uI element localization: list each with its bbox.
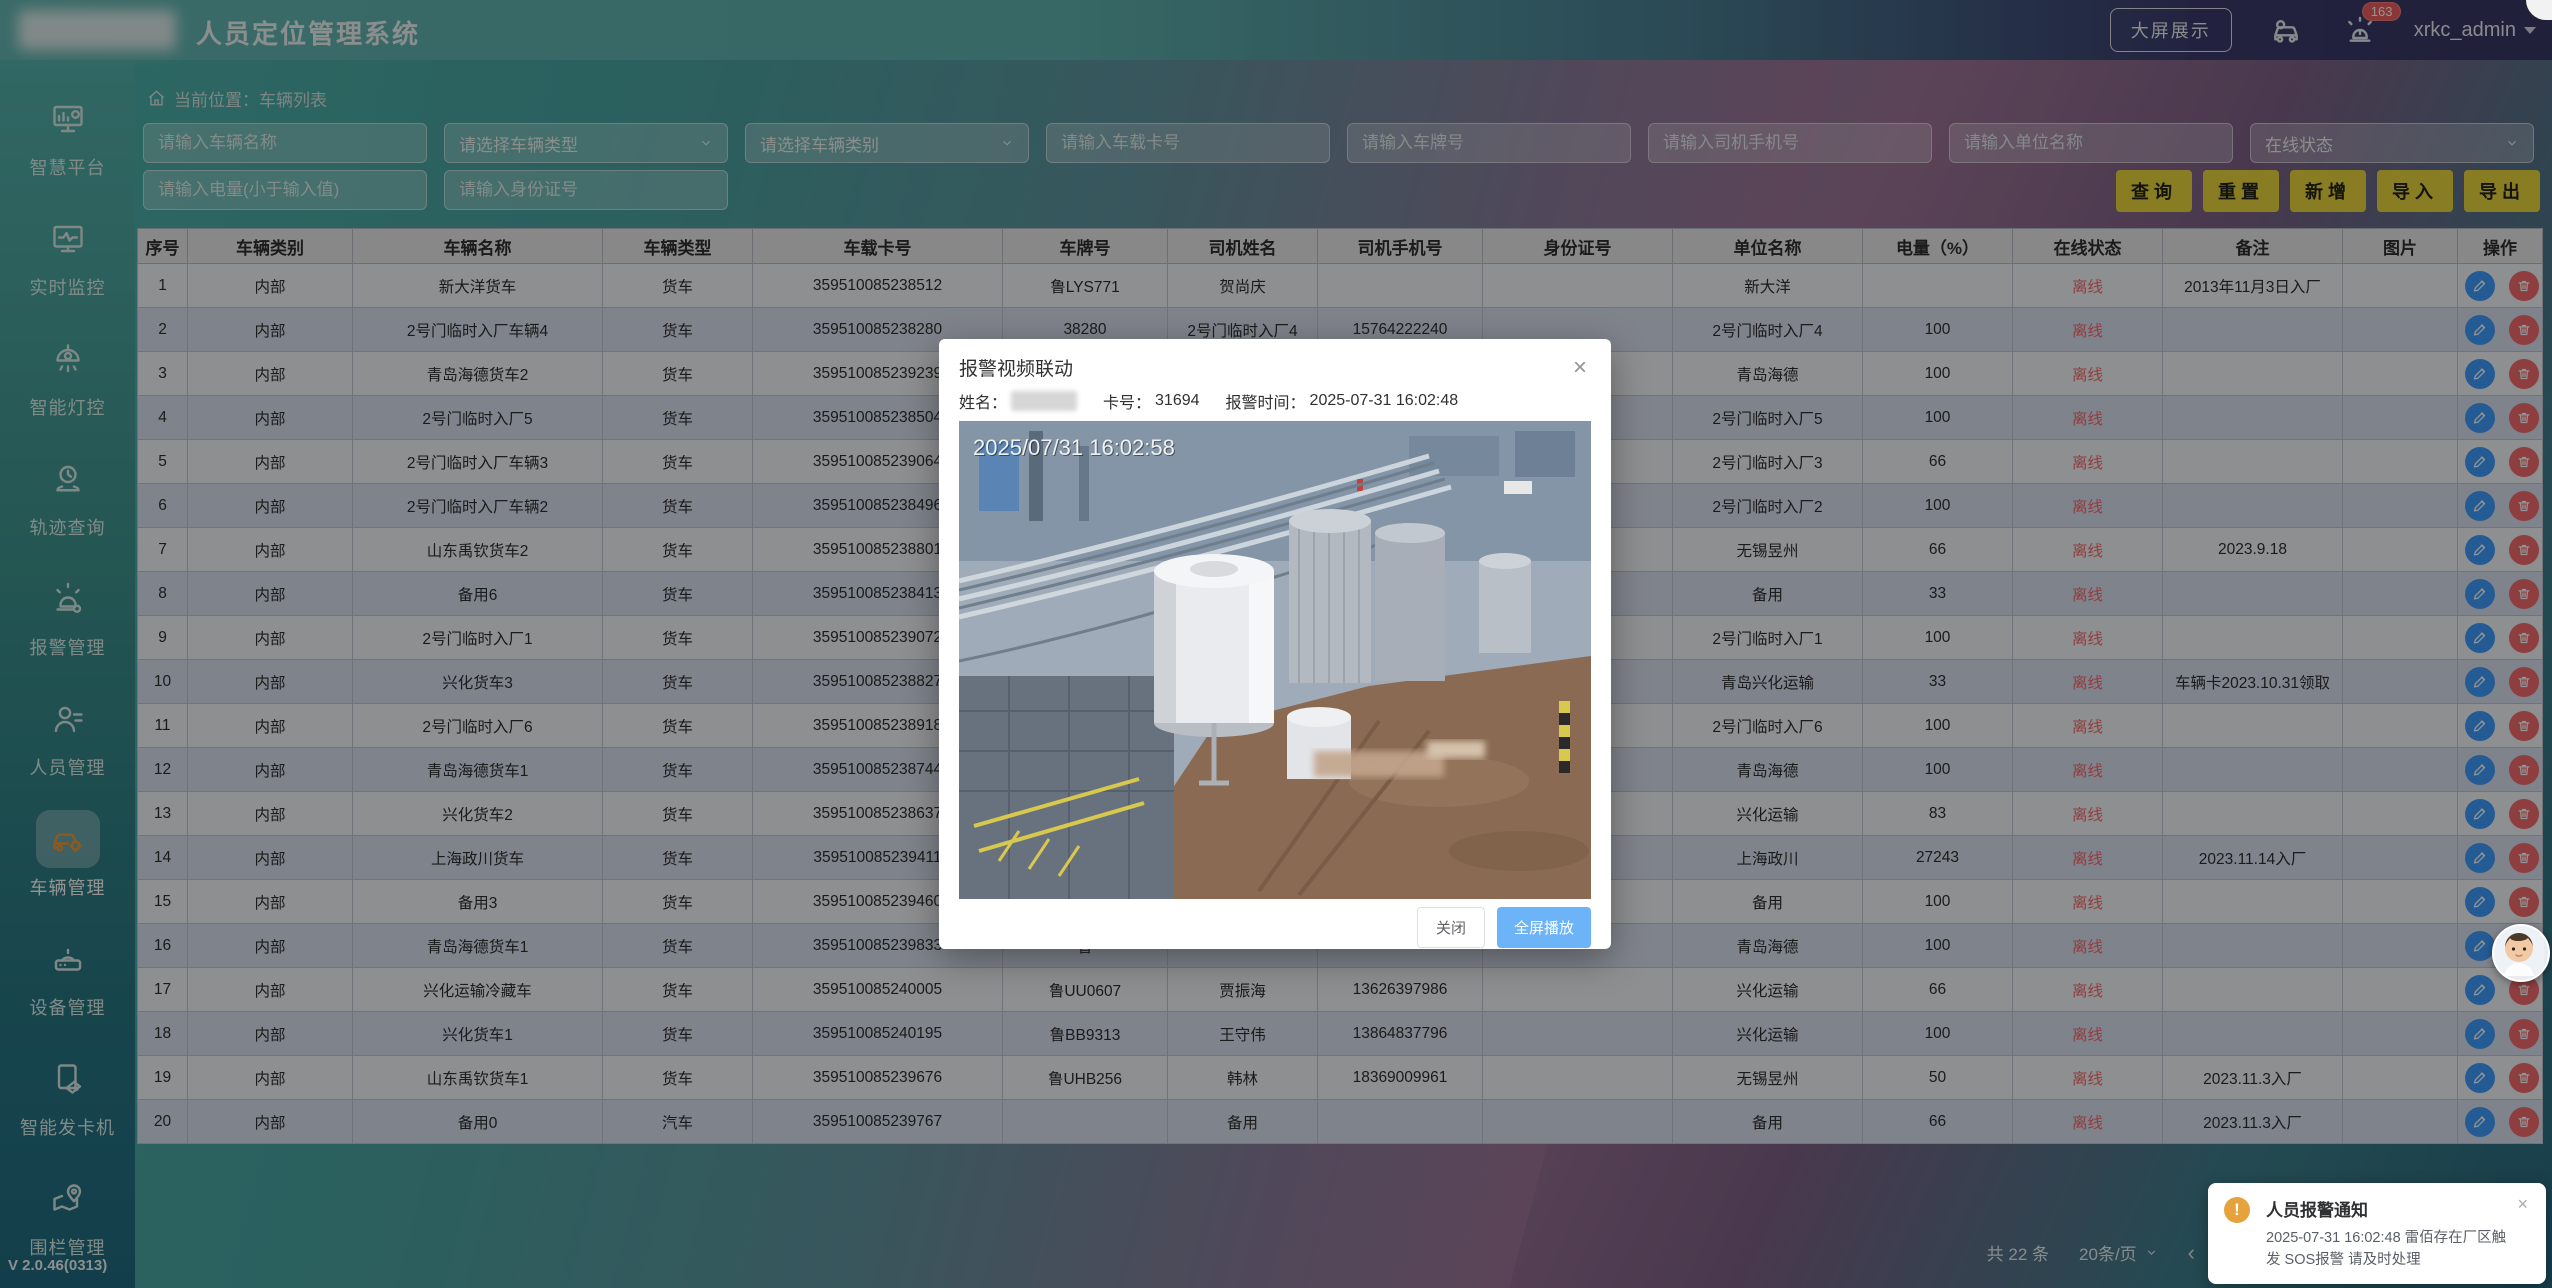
- card-label: 卡号：: [1103, 389, 1151, 413]
- assistant-girl-icon: [2494, 926, 2544, 976]
- alarm-video-modal: 报警视频联动 × 姓名： 卡号：31694 报警时间：2025-07-31 16…: [939, 339, 1611, 949]
- redacted-name: [1011, 391, 1077, 411]
- modal-title: 报警视频联动: [959, 354, 1073, 381]
- app-root: 人员定位管理系统 大屏展示 163 xrkc_admin 智慧平台 实时监控: [0, 0, 2552, 1288]
- notification-title: 人员报警通知: [2266, 1196, 2530, 1221]
- notification-body: 2025-07-31 16:02:48 雷佰存在厂区触发 SOS报警 请及时处理: [2266, 1227, 2518, 1272]
- alarm-notification: ! 人员报警通知 2025-07-31 16:02:48 雷佰存在厂区触发 SO…: [2208, 1183, 2546, 1284]
- fullscreen-play-button[interactable]: 全屏播放: [1497, 907, 1591, 948]
- warning-icon: !: [2224, 1197, 2250, 1223]
- video-timestamp: 2025/07/31 16:02:58: [973, 435, 1175, 460]
- card-value: 31694: [1155, 392, 1200, 410]
- time-label: 报警时间：: [1226, 389, 1306, 413]
- close-button[interactable]: 关闭: [1417, 907, 1485, 948]
- video-frame[interactable]: 2025/07/31 16:02:58 2025/07/31 16:02:58: [959, 421, 1591, 899]
- alarm-info: 姓名： 卡号：31694 报警时间：2025-07-31 16:02:48: [939, 387, 1611, 421]
- modal-close-icon[interactable]: ×: [1567, 355, 1593, 381]
- name-label: 姓名：: [959, 389, 1007, 413]
- time-value: 2025-07-31 16:02:48: [1310, 392, 1459, 410]
- notification-close-icon[interactable]: ×: [2511, 1193, 2534, 1216]
- assistant-avatar[interactable]: [2492, 924, 2550, 982]
